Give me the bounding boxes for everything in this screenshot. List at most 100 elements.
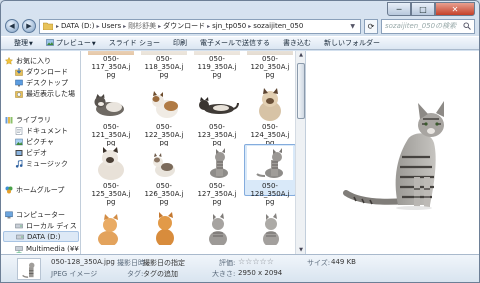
nav-videos[interactable]: ビデオ: [15, 147, 47, 158]
nav-libraries[interactable]: ライブラリ: [5, 114, 51, 125]
organize-menu[interactable]: 整理▼: [14, 38, 33, 48]
slideshow-button[interactable]: スライド ショー: [109, 38, 160, 48]
details-filesize-value: 449 KB: [331, 258, 356, 266]
nav-label: Multimedia (¥¥: [26, 244, 79, 253]
breadcrumb-separator: ▸: [123, 22, 127, 30]
search-placeholder: sozaijiten_050の検索: [385, 22, 457, 30]
file-list-scrollbar[interactable]: ▲ ▼: [295, 51, 305, 254]
file-tile[interactable]: [138, 211, 190, 247]
file-tile[interactable]: [244, 211, 295, 247]
new-folder-button[interactable]: 新しいフォルダー: [324, 38, 380, 48]
file-tile[interactable]: 050-126_350A.j pg: [138, 146, 190, 206]
hard-drive-icon: [16, 234, 24, 239]
maximize-button[interactable]: □: [411, 2, 435, 16]
breadcrumb-user[interactable]: 剛杉舒美: [128, 21, 156, 31]
nav-label: ドキュメント: [26, 126, 68, 135]
nav-label: ピクチャ: [26, 137, 54, 146]
navigation-pane: お気に入り ダウンロード デスクトップ 最近表示した場 ライブラリ ドキュメント…: [1, 51, 81, 254]
scrollbar-thumb[interactable]: [297, 63, 305, 119]
nav-multimedia[interactable]: Multimedia (¥¥: [15, 243, 79, 254]
chevron-down-icon: ▼: [29, 41, 33, 47]
file-name: 050-121_350A.j pg: [91, 123, 131, 147]
breadcrumb-drive[interactable]: DATA (D:): [61, 22, 94, 30]
scroll-up-icon[interactable]: ▲: [297, 52, 305, 58]
file-name: 050-127_350A.j pg: [197, 182, 237, 206]
file-tile[interactable]: 050-125_350A.j pg: [85, 146, 137, 206]
file-tile[interactable]: 050-120_350A.j pg: [244, 51, 295, 79]
file-tile[interactable]: 050-127_350A.j pg: [191, 146, 243, 206]
refresh-button[interactable]: ⟳: [364, 18, 378, 34]
file-tile-selected[interactable]: 050-128_350A.j pg: [244, 144, 295, 206]
breadcrumb-downloads[interactable]: ダウンロード: [163, 21, 205, 31]
breadcrumb-users[interactable]: Users: [102, 22, 122, 30]
image-thumbnail: [88, 87, 134, 121]
nav-pictures[interactable]: ピクチャ: [15, 136, 54, 147]
nav-music[interactable]: ミュージック: [15, 158, 68, 169]
nav-downloads[interactable]: ダウンロード: [15, 66, 68, 77]
burn-button[interactable]: 書き込む: [283, 38, 311, 48]
nav-desktop[interactable]: デスクトップ: [15, 77, 68, 88]
back-button[interactable]: ◀: [5, 19, 19, 33]
file-tile[interactable]: 050-121_350A.j pg: [85, 87, 137, 147]
nav-label: DATA (D:): [27, 232, 61, 241]
image-thumbnail: [194, 87, 240, 121]
details-tag-label: タグ:: [127, 270, 144, 278]
file-tile[interactable]: 050-124_350A.j pg: [244, 87, 295, 147]
star-icon: [5, 56, 13, 65]
file-tile[interactable]: [191, 211, 243, 247]
file-tile[interactable]: 050-119_350A.j pg: [191, 51, 243, 79]
file-tile[interactable]: [85, 211, 137, 247]
network-drive-icon: [15, 245, 23, 253]
preview-menu[interactable]: プレビュー▼: [46, 38, 96, 48]
file-tile[interactable]: 050-118_350A.j pg: [138, 51, 190, 79]
file-tile[interactable]: 050-123_350A.j pg: [191, 87, 243, 147]
email-button[interactable]: 電子メールで送信する: [200, 38, 270, 48]
breadcrumb-separator: ▸: [248, 22, 252, 30]
nav-favorites[interactable]: お気に入り: [5, 55, 51, 66]
image-thumbnail: [88, 211, 134, 247]
breadcrumb-separator: ▸: [96, 22, 100, 30]
breadcrumb-sjn[interactable]: sjn_tp050: [212, 22, 246, 30]
nav-label: お気に入り: [16, 56, 51, 65]
nav-label: ホームグループ: [16, 185, 65, 194]
nav-label: コンピューター: [16, 210, 65, 219]
recent-places-icon: [15, 90, 23, 98]
breadcrumb-separator: ▸: [158, 22, 162, 30]
file-tile[interactable]: 050-117_350A.j pg: [85, 51, 137, 79]
nav-recent[interactable]: 最近表示した場: [15, 88, 75, 99]
search-input[interactable]: sozaijiten_050の検索: [381, 18, 475, 34]
image-thumbnail: [247, 87, 293, 121]
image-thumbnail: [141, 87, 187, 121]
details-date-value[interactable]: 撮影日の指定: [143, 258, 185, 268]
details-filename: 050-128_350A.jpg: [51, 258, 115, 266]
rating-stars[interactable]: ☆☆☆☆☆: [238, 257, 274, 266]
folder-icon: [43, 22, 53, 30]
nav-documents[interactable]: ドキュメント: [15, 125, 68, 136]
nav-label: ダウンロード: [26, 67, 68, 76]
details-filetype: JPEG イメージ: [51, 270, 98, 278]
image-thumbnail: [194, 146, 240, 180]
minimize-button[interactable]: ─: [387, 2, 411, 16]
chevron-down-icon[interactable]: ▼: [350, 23, 355, 30]
file-name: 050-126_350A.j pg: [144, 182, 184, 206]
breadcrumb-current[interactable]: sozaijiten_050: [253, 22, 303, 30]
close-button[interactable]: ✕: [435, 2, 475, 16]
print-button[interactable]: 印刷: [173, 38, 187, 48]
file-tile[interactable]: 050-122_350A.j pg: [138, 87, 190, 147]
nav-homegroup[interactable]: ホームグループ: [5, 184, 64, 195]
nav-local-disk[interactable]: ローカル ディス: [15, 220, 77, 231]
forward-button[interactable]: ▶: [22, 19, 36, 33]
image-thumbnail: [247, 211, 293, 247]
explorer-window: ─ □ ✕ ◀ ▶ ▸ DATA (D:) ▸ Users ▸ 剛杉舒美 ▸ ダ…: [0, 0, 480, 283]
file-name: 050-117_350A.j pg: [91, 55, 131, 79]
address-bar[interactable]: ▸ DATA (D:) ▸ Users ▸ 剛杉舒美 ▸ ダウンロード ▸ sj…: [39, 18, 361, 34]
nav-computer[interactable]: コンピューター: [5, 209, 65, 220]
nav-data-drive[interactable]: DATA (D:): [3, 231, 79, 242]
file-list: 050-117_350A.j pg 050-118_350A.j pg 050-11…: [81, 51, 295, 254]
nav-label: デスクトップ: [26, 78, 68, 87]
scroll-down-icon[interactable]: ▼: [297, 247, 305, 253]
details-tag-value[interactable]: タグの追加: [143, 269, 178, 279]
library-icon: [5, 116, 13, 123]
image-thumbnail: [88, 146, 134, 180]
file-name: 050-128_350A.j pg: [250, 182, 290, 206]
